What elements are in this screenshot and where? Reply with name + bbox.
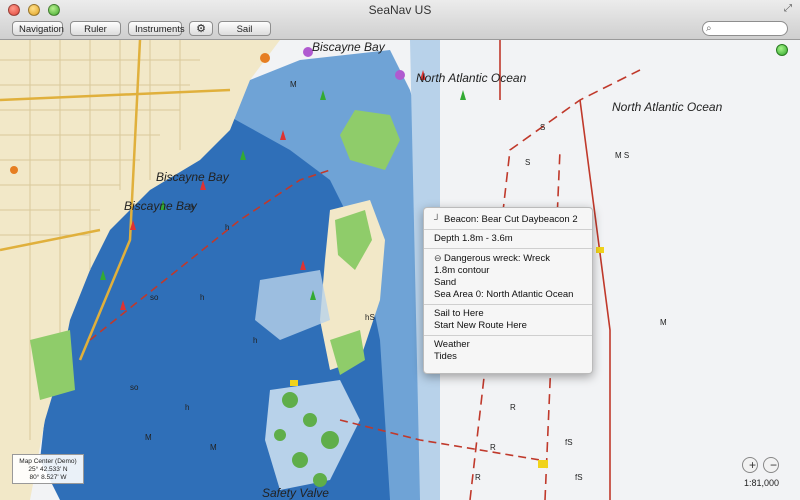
svg-text:M S: M S bbox=[615, 151, 629, 160]
popup-info-section: Weather Tides bbox=[424, 336, 592, 366]
wreck-icon: ⊖ bbox=[434, 253, 442, 263]
map-center-lon: 80° 8.527' W bbox=[29, 474, 67, 481]
popup-beacon-text: Beacon: Bear Cut Daybeacon 2 bbox=[444, 214, 578, 225]
map-center-status: Map Center (Demo) 25° 42.533' N 80° 8.52… bbox=[12, 454, 84, 484]
search-input[interactable] bbox=[717, 23, 783, 34]
svg-text:S: S bbox=[540, 123, 545, 132]
sail-to-here-link[interactable]: Sail to Here bbox=[434, 308, 582, 320]
map-center-title: Map Center (Demo) bbox=[19, 458, 77, 465]
settings-button[interactable]: ⚙ bbox=[189, 21, 213, 36]
gps-status-indicator[interactable] bbox=[776, 44, 788, 56]
svg-text:fS: fS bbox=[575, 473, 583, 482]
svg-text:M: M bbox=[290, 80, 297, 89]
svg-text:M: M bbox=[210, 443, 217, 452]
instruments-button[interactable]: Instruments bbox=[128, 21, 185, 36]
svg-text:M: M bbox=[660, 318, 667, 327]
app-window: SeaNav US ⤢ Navigation Ruler Instruments… bbox=[0, 0, 800, 500]
map-scale: 1:81,000 bbox=[744, 478, 780, 488]
popup-depth-section: Depth 1.8m - 3.6m bbox=[424, 230, 592, 249]
map-label-biscayne-bay-mid: Biscayne Bay bbox=[156, 170, 229, 184]
popup-contour-text: 1.8m contour bbox=[434, 265, 490, 276]
beacon-icon: ┘ bbox=[434, 214, 441, 224]
popup-bottom-text: Sand bbox=[434, 277, 457, 288]
map-label-biscayne-bay-top: Biscayne Bay bbox=[312, 40, 385, 54]
popup-wreck-section: ⊖ Dangerous wreck: Wreck 1.8m contour San… bbox=[424, 249, 592, 305]
map-label-north-atlantic-2: North Atlantic Ocean bbox=[612, 100, 723, 114]
sail-button[interactable]: Sail bbox=[218, 21, 271, 36]
window-title: SeaNav US bbox=[368, 3, 432, 17]
popup-sea-area-text: Sea Area 0: North Atlantic Ocean bbox=[434, 289, 574, 300]
popup-actions-section: Sail to Here Start New Route Here bbox=[424, 305, 592, 336]
navigation-button[interactable]: Navigation bbox=[12, 21, 64, 36]
map-label-biscayne-bay-left: Biscayne Bay bbox=[124, 199, 197, 213]
popup-wreck-text: Dangerous wreck: Wreck bbox=[444, 253, 550, 264]
svg-text:fS: fS bbox=[565, 438, 573, 447]
tides-link[interactable]: Tides bbox=[434, 351, 582, 363]
fullscreen-icon[interactable]: ⤢ bbox=[784, 3, 792, 14]
svg-text:hS: hS bbox=[365, 313, 375, 322]
gear-icon: ⚙ bbox=[196, 23, 206, 35]
svg-text:so: so bbox=[150, 293, 159, 302]
svg-text:h: h bbox=[185, 403, 189, 412]
feature-info-popup: ┘ Beacon: Bear Cut Daybeacon 2 Depth 1.8m… bbox=[423, 207, 593, 374]
zoom-out-button[interactable]: − bbox=[763, 457, 779, 473]
svg-text:R: R bbox=[490, 443, 496, 452]
ruler-button[interactable]: Ruler bbox=[70, 21, 121, 36]
popup-beacon-section: ┘ Beacon: Bear Cut Daybeacon 2 bbox=[424, 208, 592, 230]
weather-link[interactable]: Weather bbox=[434, 339, 582, 351]
svg-text:R: R bbox=[510, 403, 516, 412]
svg-text:so: so bbox=[130, 383, 139, 392]
svg-text:h: h bbox=[253, 336, 257, 345]
popup-depth-text: Depth 1.8m - 3.6m bbox=[434, 233, 513, 244]
svg-text:h: h bbox=[225, 223, 229, 232]
zoom-in-button[interactable]: + bbox=[742, 457, 758, 473]
svg-text:M: M bbox=[145, 433, 152, 442]
svg-text:h: h bbox=[200, 293, 204, 302]
search-field[interactable]: ⌕ bbox=[702, 21, 788, 36]
start-new-route-link[interactable]: Start New Route Here bbox=[434, 320, 582, 332]
map-center-lat: 25° 42.533' N bbox=[28, 466, 68, 473]
svg-text:S: S bbox=[525, 158, 530, 167]
title-bar: SeaNav US ⤢ Navigation Ruler Instruments… bbox=[0, 0, 800, 40]
map-label-north-atlantic-1: North Atlantic Ocean bbox=[416, 71, 527, 85]
map-label-safety-valve: Safety Valve bbox=[262, 486, 329, 500]
chart-map[interactable]: hhh sosoh MMS M SSS MfSfS RRR MhSh Bisca… bbox=[0, 40, 800, 500]
svg-text:R: R bbox=[475, 473, 481, 482]
search-icon: ⌕ bbox=[706, 23, 712, 34]
